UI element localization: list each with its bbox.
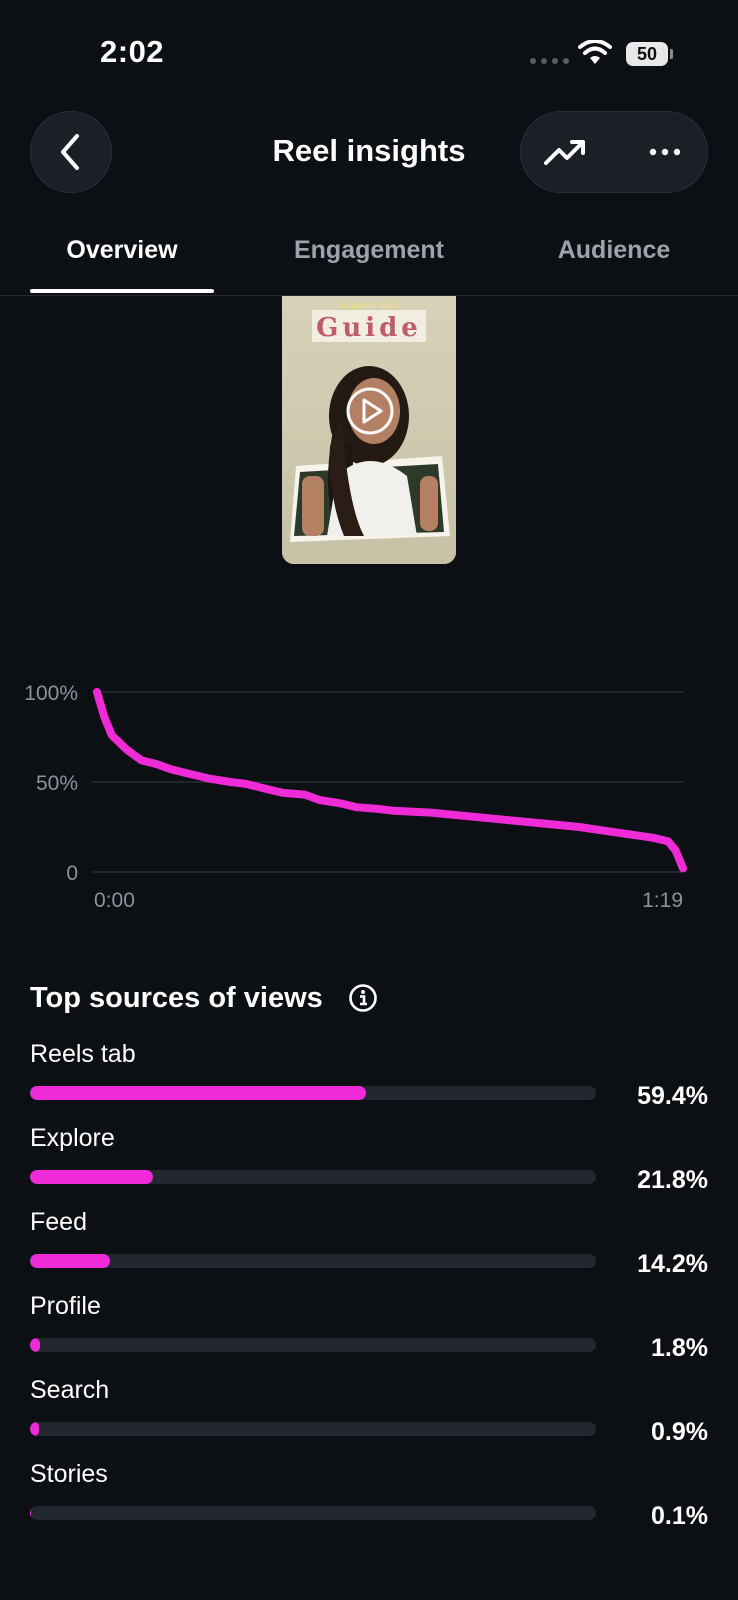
- tab-audience[interactable]: Audience: [522, 236, 706, 265]
- source-row: Profile 1.8%: [30, 1292, 708, 1376]
- trending-up-icon: [544, 140, 585, 165]
- source-label: Feed: [30, 1208, 87, 1236]
- x-tick-label: 0:00: [94, 889, 135, 912]
- source-bar-fill: [30, 1086, 367, 1100]
- source-percent: 0.9%: [651, 1418, 708, 1446]
- thumb-overlay-main: Guide: [316, 313, 422, 343]
- source-bar-fill: [30, 1506, 31, 1520]
- source-bar-fill: [30, 1170, 154, 1184]
- source-bar-fill: [30, 1422, 39, 1436]
- source-percent: 14.2%: [637, 1250, 708, 1278]
- source-bar-track: [30, 1170, 596, 1184]
- thumb-overlay-top: Lingerie haul: [338, 299, 399, 311]
- x-tick-label: 1:19: [642, 889, 683, 912]
- source-label: Search: [30, 1376, 110, 1404]
- battery-nub: [670, 49, 673, 59]
- y-tick-label: 0: [66, 862, 78, 885]
- source-row: Stories 0.1%: [30, 1460, 708, 1544]
- source-percent: 59.4%: [637, 1082, 708, 1110]
- source-percent: 1.8%: [651, 1334, 708, 1362]
- source-bar-track: [30, 1338, 596, 1352]
- sources-heading: Top sources of views: [30, 982, 323, 1014]
- source-row: Reels tab 59.4%: [30, 1040, 708, 1124]
- cellular-dots-icon: [530, 58, 569, 64]
- source-bar-track: [30, 1422, 596, 1436]
- source-bar-fill: [30, 1338, 41, 1352]
- source-label: Profile: [30, 1292, 101, 1320]
- tab-overview[interactable]: Overview: [30, 236, 214, 265]
- wifi-icon: [578, 39, 612, 71]
- info-icon[interactable]: [348, 983, 378, 1013]
- source-bar-track: [30, 1086, 596, 1100]
- source-label: Explore: [30, 1124, 115, 1152]
- source-row: Explore 21.8%: [30, 1124, 708, 1208]
- y-tick-label: 100%: [24, 682, 78, 705]
- more-button[interactable]: [640, 128, 690, 176]
- tab-engagement[interactable]: Engagement: [277, 236, 461, 265]
- status-time: 2:02: [100, 34, 165, 69]
- source-bar-fill: [30, 1254, 111, 1268]
- retention-series-line: [93, 688, 687, 873]
- source-bar-track: [30, 1254, 596, 1268]
- source-row: Feed 14.2%: [30, 1208, 708, 1292]
- source-label: Reels tab: [30, 1040, 136, 1068]
- active-tab-indicator: [30, 289, 214, 293]
- trend-button[interactable]: [540, 128, 590, 176]
- source-percent: 21.8%: [637, 1166, 708, 1194]
- source-label: Stories: [30, 1460, 108, 1488]
- source-row: Search 0.9%: [30, 1376, 708, 1460]
- y-tick-label: 50%: [36, 772, 78, 795]
- more-horizontal-icon: [649, 148, 681, 156]
- source-bar-track: [30, 1506, 596, 1520]
- source-percent: 0.1%: [651, 1502, 708, 1530]
- retention-chart: 100% 50% 0 0:00 1:19: [24, 682, 687, 912]
- play-icon[interactable]: [344, 385, 396, 437]
- battery-icon: 50: [626, 42, 668, 66]
